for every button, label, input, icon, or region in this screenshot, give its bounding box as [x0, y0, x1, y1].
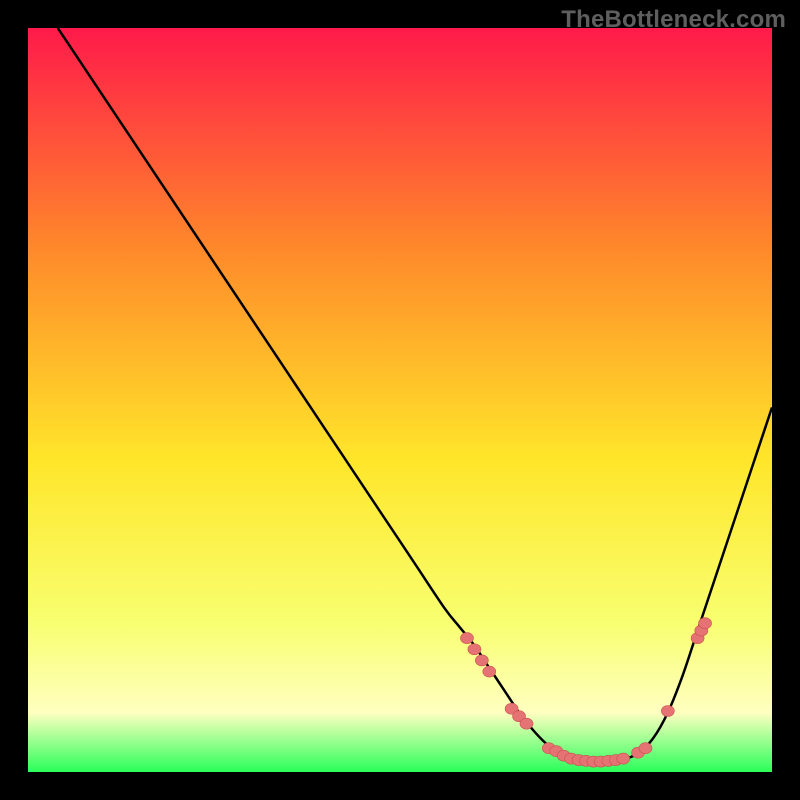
chart-frame: { "watermark": "TheBottleneck.com", "col…: [0, 0, 800, 800]
curve-marker: [475, 655, 488, 666]
curve-marker: [520, 718, 533, 729]
plot-background: [28, 28, 772, 772]
curve-marker: [468, 644, 481, 655]
curve-marker: [699, 618, 712, 629]
curve-marker: [617, 753, 630, 764]
curve-marker: [661, 705, 674, 716]
curve-marker: [460, 633, 473, 644]
curve-marker: [483, 666, 496, 677]
curve-marker: [639, 743, 652, 754]
bottleneck-chart: [28, 28, 772, 772]
